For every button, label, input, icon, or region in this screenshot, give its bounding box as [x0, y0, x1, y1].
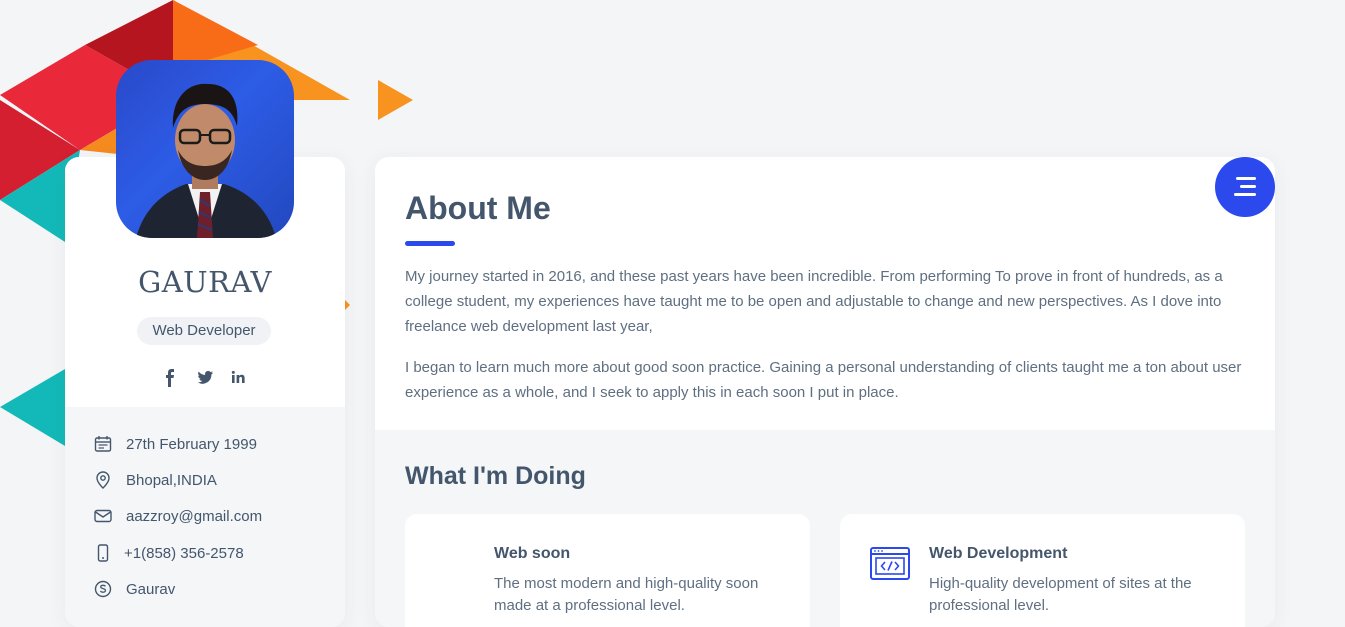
profile-info-list: 27th February 1999 Bhopal,INDIA aazzroy@… [65, 407, 345, 627]
service-card-web-development: Web Development High-quality development… [840, 514, 1245, 627]
menu-icon-line [1234, 193, 1256, 196]
location-icon [94, 471, 112, 489]
info-location-text: Bhopal,INDIA [126, 471, 217, 489]
main-content-panel: About Me My journey started in 2016, and… [375, 157, 1275, 627]
service-card-web-soon: Web soon The most modern and high-qualit… [405, 514, 810, 627]
skype-icon [94, 580, 112, 598]
twitter-icon[interactable] [195, 369, 215, 387]
about-paragraph-2: I began to learn much more about good so… [405, 359, 1242, 401]
info-birthday: 27th February 1999 [94, 434, 257, 454]
service-title: Web soon [494, 545, 571, 562]
info-skype: Gaurav [94, 579, 175, 599]
service-description: The most modern and high-quality soon ma… [494, 575, 759, 614]
info-phone-text[interactable]: +1(858) 356-2578 [124, 545, 244, 562]
info-location: Bhopal,INDIA [94, 470, 217, 490]
info-phone: +1(858) 356-2578 [94, 543, 244, 563]
service-description: High-quality development of sites at the… [929, 575, 1192, 614]
code-window-icon [870, 547, 910, 580]
service-title: Web Development [929, 545, 1068, 562]
info-email: aazzroy@gmail.com [94, 506, 262, 526]
avatar [116, 60, 294, 238]
menu-icon-line [1240, 185, 1256, 188]
mail-icon [94, 507, 112, 525]
title-underline [405, 241, 455, 246]
phone-icon [94, 544, 112, 562]
services-title: What I'm Doing [405, 462, 586, 490]
services-section: What I'm Doing Web soon The most modern … [375, 430, 1275, 627]
linkedin-icon[interactable] [229, 369, 249, 387]
calendar-icon [94, 435, 112, 453]
profile-name: GAURAV [138, 265, 272, 299]
social-links [65, 369, 345, 387]
menu-icon-line [1236, 177, 1256, 180]
info-skype-text: Gaurav [126, 580, 176, 598]
about-paragraph-1: My journey started in 2016, and these pa… [405, 268, 1223, 335]
menu-button[interactable] [1215, 157, 1275, 217]
about-title: About Me [405, 190, 551, 226]
profile-role-badge: Web Developer [137, 317, 271, 345]
facebook-icon[interactable] [161, 369, 181, 387]
info-email-text[interactable]: aazzroy@gmail.com [126, 508, 262, 525]
info-birthday-text: 27th February 1999 [126, 435, 257, 453]
